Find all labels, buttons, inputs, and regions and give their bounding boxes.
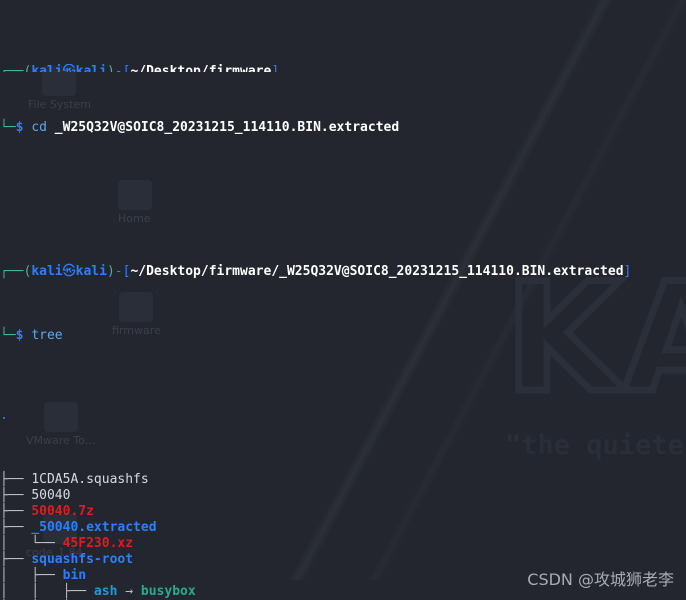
prompt-user: kali — [31, 264, 63, 279]
tree-root: . — [0, 408, 686, 424]
prompt-frame-bottom: └─ — [0, 120, 16, 135]
tree-entry-name: bin — [62, 568, 87, 583]
tree-row: ├── 50040 — [0, 488, 686, 504]
symlink-arrow-icon: → — [117, 584, 141, 599]
command-name-tree: tree — [31, 328, 63, 343]
command-name-cd: cd — [31, 120, 47, 135]
tree-entry-name: _50040.extracted — [31, 520, 157, 535]
tree-entry-name: 1CDA5A.squashfs — [31, 472, 149, 487]
prompt-frame-bottom: └─ — [0, 328, 16, 343]
tree-branch-glyph: │ ├── — [0, 568, 63, 583]
prompt-user: kali — [31, 64, 63, 72]
prompt-path: ~/Desktop/firmware — [130, 64, 272, 72]
prompt-at-icon: ㉿ — [62, 264, 76, 279]
tree-branch-glyph: ├── — [0, 504, 32, 519]
prompt-dash: - — [114, 64, 123, 72]
command-argument-cd: _W25Q32V@SOIC8_20231215_114110.BIN.extra… — [54, 120, 400, 135]
prompt-line-2: ┌──(kali㉿kali)-[~/Desktop/firmware/_W25Q… — [0, 264, 686, 280]
prompt-close-paren: ) — [106, 64, 115, 72]
prompt-at-icon: ㉿ — [62, 64, 76, 72]
tree-row: │ │ ├── ash → busybox — [0, 584, 686, 600]
tree-row: ├── squashfs-root — [0, 552, 686, 568]
terminal-output[interactable]: ┌──(kali㉿kali)-[~/Desktop/firmware] └─$ … — [0, 0, 686, 600]
tree-root-dot: . — [0, 408, 8, 423]
prompt-close-bracket: ] — [271, 64, 280, 72]
prompt-close-bracket: ] — [623, 264, 632, 279]
command-line-tree[interactable]: └─$ tree — [0, 328, 686, 344]
tree-entry-name: squashfs-root — [31, 552, 134, 567]
tree-row: │ └── 45F230.xz — [0, 536, 686, 552]
prompt-host: kali — [75, 64, 107, 72]
prompt-dash: - — [114, 264, 123, 279]
tree-branch-glyph: ├── — [0, 520, 32, 535]
prompt-line-1-top: ┌──(kali㉿kali)-[~/Desktop/firmware] — [0, 64, 686, 72]
tree-row: ├── 1CDA5A.squashfs — [0, 472, 686, 488]
tree-entry-name: 50040 — [31, 488, 71, 503]
terminal-window: KAL "the quieter File System Home firmwa… — [0, 0, 686, 600]
tree-branch-glyph: │ │ ├── — [0, 584, 94, 599]
prompt-path: ~/Desktop/firmware/_W25Q32V@SOIC8_202312… — [130, 264, 624, 279]
tree-entry-name: 50040.7z — [31, 504, 94, 519]
symlink-target-name: busybox — [140, 584, 196, 599]
tree-listing: ├── 1CDA5A.squashfs ├── 50040 ├── 50040.7z… — [0, 472, 686, 600]
tree-branch-glyph: │ └── — [0, 536, 63, 551]
prompt-host: kali — [75, 264, 107, 279]
tree-branch-glyph: ├── — [0, 488, 32, 503]
prompt-close-paren: ) — [106, 264, 115, 279]
prompt-frame-top: ┌── — [0, 64, 24, 72]
tree-row: │ ├── bin — [0, 568, 686, 584]
tree-entry-name: ash — [93, 584, 118, 599]
tree-branch-glyph: ├── — [0, 552, 32, 567]
prompt-frame-top: ┌── — [0, 264, 24, 279]
tree-branch-glyph: ├── — [0, 472, 32, 487]
tree-entry-name: 45F230.xz — [62, 536, 134, 551]
tree-row: ├── 50040.7z — [0, 504, 686, 520]
command-line-cd[interactable]: └─$ cd _W25Q32V@SOIC8_20231215_114110.BI… — [0, 120, 686, 136]
tree-row: ├── _50040.extracted — [0, 520, 686, 536]
